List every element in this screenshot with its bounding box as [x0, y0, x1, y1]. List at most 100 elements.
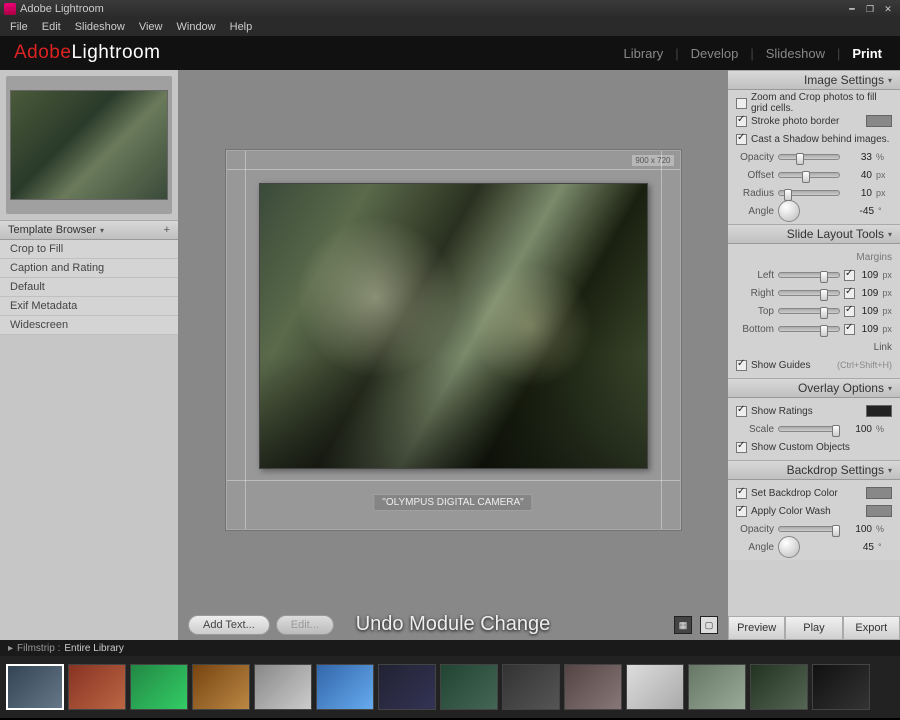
slide-frame: 900 x 720 "OLYMPUS DIGITAL CAMERA" [226, 150, 681, 530]
filmstrip-thumb[interactable] [316, 664, 374, 710]
zoom-crop-checkbox[interactable] [736, 98, 747, 109]
margin-link-toggle[interactable]: Link [874, 342, 892, 353]
filmstrip-thumb[interactable] [6, 664, 64, 710]
add-text-button[interactable]: Add Text... [188, 615, 270, 635]
template-row[interactable]: Exif Metadata [0, 297, 178, 316]
export-button[interactable]: Export [843, 616, 900, 640]
maximize-button[interactable]: ❐ [862, 3, 878, 15]
filmstrip-thumb[interactable] [192, 664, 250, 710]
stroke-color-swatch[interactable] [866, 115, 892, 127]
margin-top-slider[interactable] [778, 308, 840, 314]
filmstrip-thumb[interactable] [378, 664, 436, 710]
shadow-checkbox[interactable] [736, 134, 747, 145]
filmstrip-thumb[interactable] [68, 664, 126, 710]
chevron-down-icon: ▾ [888, 76, 892, 85]
backdrop-color-swatch[interactable] [866, 487, 892, 499]
shadow-angle-dial[interactable] [778, 200, 800, 222]
show-guides-checkbox[interactable] [736, 360, 747, 371]
navigator-thumb[interactable] [6, 76, 172, 214]
module-develop[interactable]: Develop [687, 46, 743, 61]
shadow-opacity-slider[interactable] [778, 154, 840, 160]
filmstrip-thumb[interactable] [626, 664, 684, 710]
chevron-down-icon: ▾ [888, 384, 892, 393]
menu-help[interactable]: Help [224, 21, 259, 33]
shadow-radius-slider[interactable] [778, 190, 840, 196]
margin-bottom-lock[interactable] [844, 324, 855, 335]
module-slideshow[interactable]: Slideshow [762, 46, 829, 61]
margin-right-lock[interactable] [844, 288, 855, 299]
right-bottom-bar: Preview Play Export [728, 616, 900, 640]
margin-left-lock[interactable] [844, 270, 855, 281]
navigator-image [10, 90, 168, 200]
filmstrip-thumb[interactable] [812, 664, 870, 710]
guide-line [661, 151, 662, 529]
filmstrip-header[interactable]: ▸ Filmstrip : Entire Library [0, 640, 900, 656]
window-titlebar: Adobe Lightroom ━ ❐ ✕ [0, 0, 900, 18]
filmstrip[interactable] [0, 656, 900, 718]
show-custom-checkbox[interactable] [736, 442, 747, 453]
minimize-button[interactable]: ━ [844, 3, 860, 15]
backdrop-settings-header[interactable]: Backdrop Settings▾ [728, 460, 900, 480]
margin-bottom-slider[interactable] [778, 326, 840, 332]
filmstrip-thumb[interactable] [130, 664, 188, 710]
slide-photo[interactable] [259, 183, 648, 469]
module-library[interactable]: Library [619, 46, 667, 61]
view-mode-dark-button[interactable]: ▦ [674, 616, 692, 634]
play-button[interactable]: Play [785, 616, 842, 640]
view-mode-light-button[interactable]: ▢ [700, 616, 718, 634]
menu-file[interactable]: File [4, 21, 34, 33]
slide-layout-body: Margins Left109px Right109px Top109px Bo… [728, 244, 900, 378]
module-picker: Library| Develop| Slideshow| Print [619, 46, 886, 61]
overlay-options-body: Show Ratings Scale100% Show Custom Objec… [728, 398, 900, 460]
wash-opacity-slider[interactable] [778, 526, 840, 532]
add-template-icon[interactable]: + [164, 224, 170, 236]
filmstrip-thumb[interactable] [750, 664, 808, 710]
shadow-offset-slider[interactable] [778, 172, 840, 178]
overlay-options-header[interactable]: Overlay Options▾ [728, 378, 900, 398]
left-panel: Template Browser ▾ + Crop to Fill Captio… [0, 70, 178, 640]
filmstrip-thumb[interactable] [564, 664, 622, 710]
wash-color-swatch[interactable] [866, 505, 892, 517]
right-panel: Image Settings▾ Zoom and Crop photos to … [728, 70, 900, 640]
template-row[interactable]: Default [0, 278, 178, 297]
template-row[interactable]: Widescreen [0, 316, 178, 335]
filmstrip-thumb[interactable] [254, 664, 312, 710]
margin-top-lock[interactable] [844, 306, 855, 317]
margin-right-slider[interactable] [778, 290, 840, 296]
window-title: Adobe Lightroom [20, 3, 104, 15]
backdrop-color-checkbox[interactable] [736, 488, 747, 499]
menu-window[interactable]: Window [171, 21, 222, 33]
app-icon [4, 3, 16, 15]
color-wash-checkbox[interactable] [736, 506, 747, 517]
edit-button[interactable]: Edit... [276, 615, 334, 635]
slide-layout-header[interactable]: Slide Layout Tools▾ [728, 224, 900, 244]
ratings-color-swatch[interactable] [866, 405, 892, 417]
template-row[interactable]: Caption and Rating [0, 259, 178, 278]
slide-canvas[interactable]: 900 x 720 "OLYMPUS DIGITAL CAMERA" [178, 70, 728, 610]
filmstrip-thumb[interactable] [688, 664, 746, 710]
template-browser-header[interactable]: Template Browser ▾ + [0, 220, 178, 240]
menu-view[interactable]: View [133, 21, 169, 33]
template-row[interactable]: Crop to Fill [0, 240, 178, 259]
slide-caption[interactable]: "OLYMPUS DIGITAL CAMERA" [373, 494, 532, 511]
dimension-tag: 900 x 720 [632, 155, 673, 166]
menu-slideshow[interactable]: Slideshow [69, 21, 131, 33]
margin-left-slider[interactable] [778, 272, 840, 278]
show-ratings-checkbox[interactable] [736, 406, 747, 417]
app-brand: AdobeLightroom [14, 42, 160, 64]
menu-edit[interactable]: Edit [36, 21, 67, 33]
filmstrip-thumb[interactable] [440, 664, 498, 710]
left-panel-fill [0, 335, 178, 640]
close-button[interactable]: ✕ [880, 3, 896, 15]
image-settings-header[interactable]: Image Settings▾ [728, 70, 900, 90]
chevron-down-icon: ▾ [888, 466, 892, 475]
module-print[interactable]: Print [848, 46, 886, 61]
preview-button[interactable]: Preview [728, 616, 785, 640]
guide-line [245, 151, 246, 529]
stroke-checkbox[interactable] [736, 116, 747, 127]
work-area: Template Browser ▾ + Crop to Fill Captio… [0, 70, 900, 640]
filmstrip-thumb[interactable] [502, 664, 560, 710]
wash-angle-dial[interactable] [778, 536, 800, 558]
ratings-scale-slider[interactable] [778, 426, 840, 432]
guide-line [227, 169, 680, 170]
